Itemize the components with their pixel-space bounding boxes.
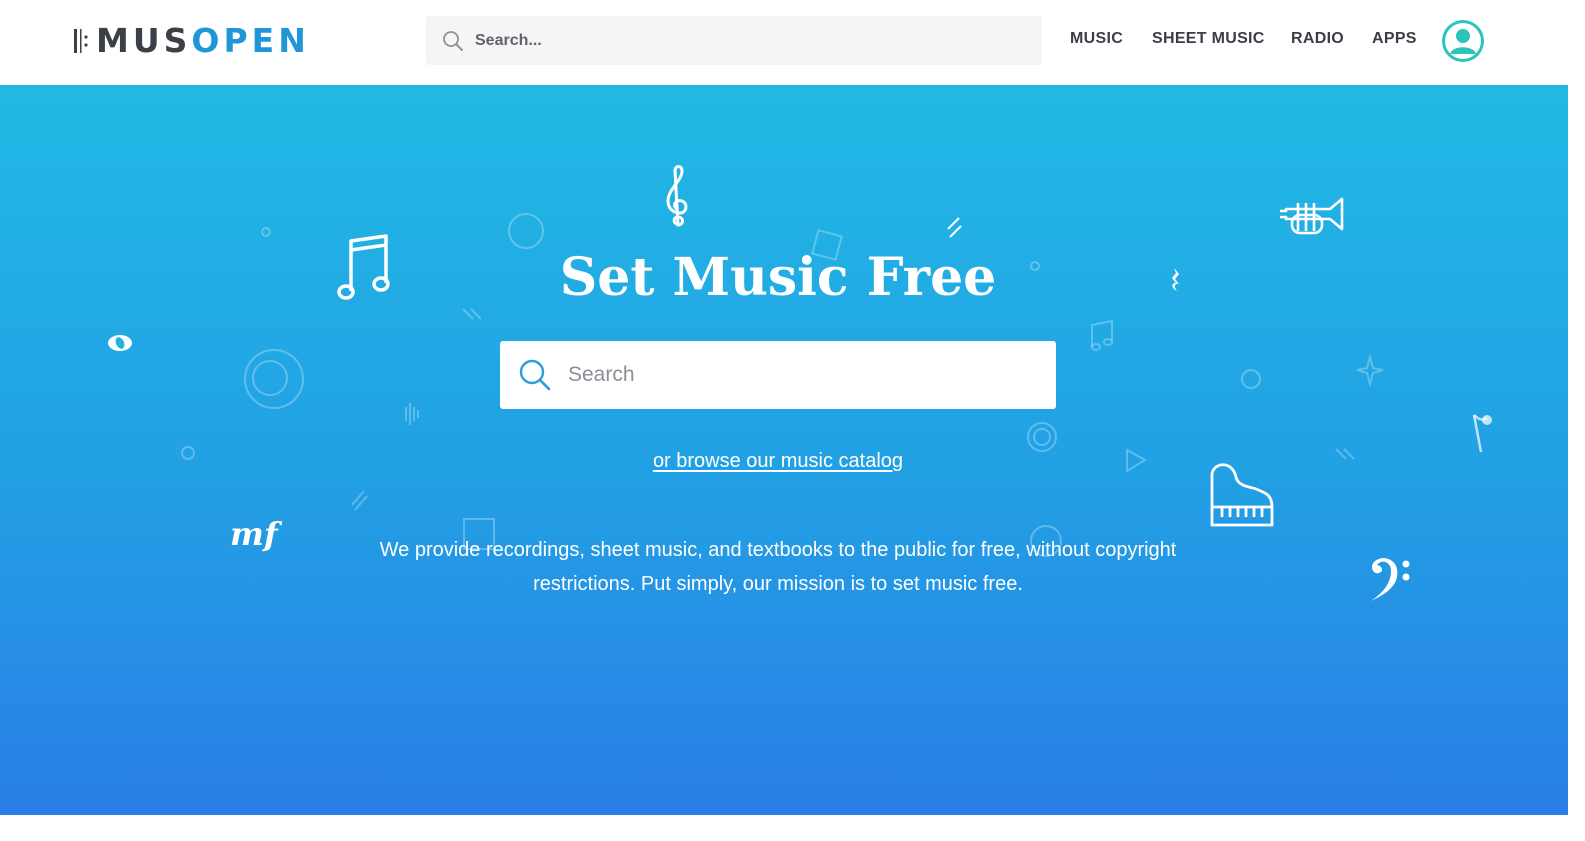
hero-search-bar <box>500 341 1056 409</box>
bass-clef-icon <box>1371 558 1410 601</box>
treble-clef-icon <box>666 165 688 227</box>
musopen-logo[interactable]: MUSOPEN <box>72 22 310 60</box>
header-search-input[interactable] <box>475 20 1015 61</box>
site-header: MUSOPEN MUSIC SHEET MUSIC RADIO APPS <box>0 0 1585 85</box>
browse-catalog-link[interactable]: or browse our music catalog <box>653 450 903 472</box>
ring-inner-shape <box>1033 428 1051 446</box>
logo-mark-icon <box>74 29 88 53</box>
ring-inner-shape <box>252 360 288 396</box>
browse-link-wrapper: or browse our music catalog <box>0 450 1556 473</box>
circle-shape <box>1241 369 1261 389</box>
nav-music[interactable]: MUSIC <box>1070 30 1123 48</box>
logo-text-mus: MUS <box>96 21 192 60</box>
user-avatar-icon <box>1445 23 1481 59</box>
slash-marks-icon <box>947 217 962 238</box>
header-search-bar <box>426 16 1042 65</box>
small-circle-shape <box>261 227 271 237</box>
hero-section: mf Set Music Free Search or browse our m… <box>0 85 1568 815</box>
ring-shape <box>1027 422 1057 452</box>
nav-apps[interactable]: APPS <box>1372 30 1417 48</box>
logo-text: MUSOPEN <box>96 22 310 60</box>
svg-text:mf: mf <box>230 515 283 553</box>
whole-note-icon <box>108 335 132 351</box>
sparkle-shape <box>1356 353 1384 388</box>
logo-text-open: OPEN <box>191 21 310 60</box>
mission-description: We provide recordings, sheet music, and … <box>379 539 1177 595</box>
user-avatar[interactable] <box>1442 20 1484 62</box>
nav-sheet-music[interactable]: SHEET MUSIC <box>1152 30 1265 48</box>
hero-search-input[interactable] <box>568 353 1028 397</box>
hero-title: Set Music Free <box>559 247 997 308</box>
trumpet-icon <box>1280 197 1344 235</box>
nav-radio[interactable]: RADIO <box>1291 30 1344 48</box>
search-icon <box>443 30 463 51</box>
mezzo-forte-icon: mf <box>230 515 283 553</box>
search-icon <box>519 359 551 391</box>
